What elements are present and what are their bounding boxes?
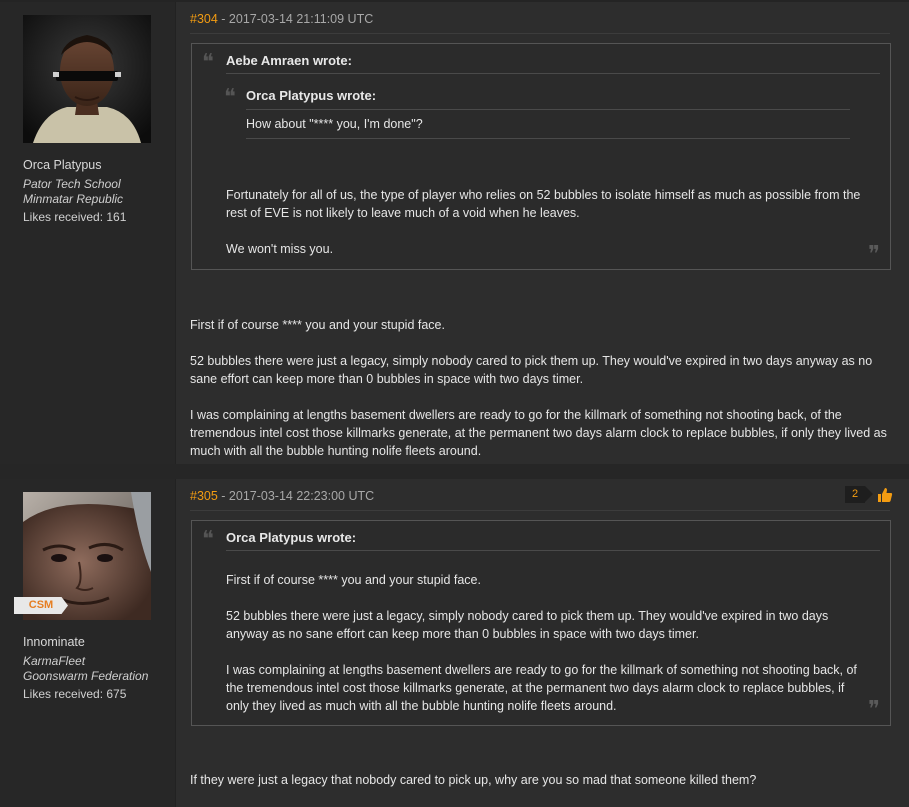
author-name[interactable]: Innominate [23,635,85,649]
nested-quote-divider [246,109,850,110]
author-likes: Likes received: 161 [23,210,127,224]
post-header: #305 - 2017-03-14 22:23:00 UTC [190,489,890,511]
author-name[interactable]: Orca Platypus [23,158,102,172]
nested-quote-author[interactable]: Orca Platypus wrote: [246,88,376,103]
avatar[interactable] [23,15,151,143]
quote-paragraph: 52 bubbles there were just a legacy, sim… [226,609,829,641]
post-number-link[interactable]: #304 [190,12,218,26]
quote-block: ❝ Aebe Amraen wrote: ❝ Orca Platypus wro… [191,43,891,270]
quote-paragraph: We won't miss you. [226,242,334,256]
csm-badge: CSM [14,597,68,614]
like-count-badge: 2 [845,486,865,503]
post-paragraph: I was complaining at lengths basement dw… [190,408,887,458]
quote-paragraph: First if of course **** you and your stu… [226,573,481,587]
like-count-arrow [865,486,873,502]
quote-author[interactable]: Aebe Amraen wrote: [226,53,352,68]
quote-block: ❝ Orca Platypus wrote: First if of cours… [191,520,891,726]
thumbs-up-icon[interactable] [877,487,893,503]
author-alliance[interactable]: Goonswarm Federation [23,669,148,684]
author-alliance[interactable]: Minmatar Republic [23,192,123,207]
quote-divider [226,73,880,74]
author-sidebar: Orca Platypus Pator Tech School Minmatar… [0,2,176,464]
post-paragraph: 52 bubbles there were just a legacy, sim… [190,354,873,386]
post-paragraph: First if of course **** you and your stu… [190,318,445,332]
author-corporation[interactable]: Pator Tech School [23,177,121,192]
nested-quote-divider [246,138,850,139]
post-separator [0,464,909,479]
quote-paragraph: Fortunately for all of us, the type of p… [226,188,861,220]
author-corporation[interactable]: KarmaFleet [23,654,85,669]
quote-close-icon: ❞ [868,242,880,267]
post-paragraph: If they were just a legacy that nobody c… [190,773,757,787]
quote-open-icon: ❝ [224,85,236,110]
quote-close-icon: ❞ [868,697,880,722]
quote-divider [226,550,880,551]
author-likes: Likes received: 675 [23,687,127,701]
forum-post-304: Orca Platypus Pator Tech School Minmatar… [0,2,909,464]
quote-open-icon: ❝ [202,527,214,552]
nested-quote-text: How about "**** you, I'm done"? [246,117,423,131]
forum-post-305: CSM Innominate KarmaFleet Goonswarm Fede… [0,479,909,807]
post-number-link[interactable]: #305 [190,489,218,503]
post-header: #304 - 2017-03-14 21:11:09 UTC [190,12,890,34]
quote-author[interactable]: Orca Platypus wrote: [226,530,356,545]
quote-paragraph: I was complaining at lengths basement dw… [226,663,857,713]
post-timestamp: - 2017-03-14 22:23:00 UTC [221,489,375,503]
quote-open-icon: ❝ [202,50,214,75]
post-timestamp: - 2017-03-14 21:11:09 UTC [221,12,374,26]
author-sidebar: CSM Innominate KarmaFleet Goonswarm Fede… [0,479,176,807]
